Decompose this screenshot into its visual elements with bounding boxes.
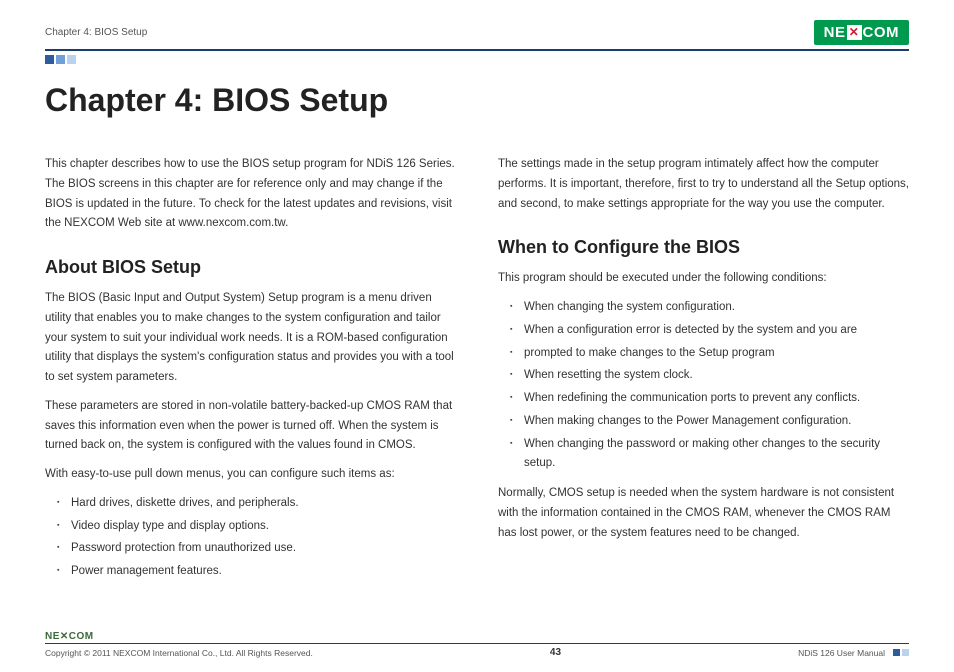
left-column: This chapter describes how to use the BI… (45, 155, 456, 592)
page-footer: NE✕COM Copyright © 2011 NEXCOM Internati… (45, 631, 909, 658)
footer-bar: Copyright © 2011 NEXCOM International Co… (45, 647, 909, 658)
body-paragraph: The BIOS (Basic Input and Output System)… (45, 289, 456, 388)
footer-rule (45, 643, 909, 644)
when-list: When changing the system configuration. … (498, 298, 909, 474)
about-list: Hard drives, diskette drives, and periph… (45, 494, 456, 582)
list-item: Power management features. (61, 562, 456, 582)
logo-text-post: COM (863, 24, 900, 41)
decorative-squares (45, 55, 909, 64)
square-icon (67, 55, 76, 64)
intro-paragraph: This chapter describes how to use the BI… (45, 155, 456, 234)
list-item: When resetting the system clock. (514, 366, 909, 386)
chapter-label: Chapter 4: BIOS Setup (45, 27, 147, 38)
body-paragraph: This program should be executed under th… (498, 269, 909, 289)
page-header: Chapter 4: BIOS Setup NE ✕ COM (45, 20, 909, 45)
list-item: Video display type and display options. (61, 517, 456, 537)
logo-text-pre: NE (824, 24, 846, 41)
manual-name: NDiS 126 User Manual (798, 648, 885, 658)
footer-squares (893, 649, 909, 656)
intro-paragraph: The settings made in the setup program i… (498, 155, 909, 214)
list-item: prompted to make changes to the Setup pr… (514, 344, 909, 364)
list-item: When a configuration error is detected b… (514, 321, 909, 341)
footer-logo: NE✕COM (45, 631, 909, 642)
square-icon (902, 649, 909, 656)
body-paragraph: Normally, CMOS setup is needed when the … (498, 484, 909, 543)
square-icon (56, 55, 65, 64)
list-item: Hard drives, diskette drives, and periph… (61, 494, 456, 514)
list-item: Password protection from unauthorized us… (61, 539, 456, 559)
square-icon (45, 55, 54, 64)
page-number: 43 (550, 647, 561, 658)
list-item: When changing the password or making oth… (514, 435, 909, 475)
right-column: The settings made in the setup program i… (498, 155, 909, 592)
page-title: Chapter 4: BIOS Setup (45, 82, 909, 119)
body-paragraph: With easy-to-use pull down menus, you ca… (45, 465, 456, 485)
list-item: When changing the system configuration. (514, 298, 909, 318)
list-item: When redefining the communication ports … (514, 389, 909, 409)
body-paragraph: These parameters are stored in non-volat… (45, 397, 456, 456)
nexcom-logo: NE ✕ COM (814, 20, 909, 45)
copyright-text: Copyright © 2011 NEXCOM International Co… (45, 648, 313, 658)
header-rule (45, 49, 909, 51)
logo-x-icon: ✕ (847, 25, 862, 40)
section-heading-when: When to Configure the BIOS (498, 232, 909, 263)
section-heading-about: About BIOS Setup (45, 252, 456, 283)
list-item: When making changes to the Power Managem… (514, 412, 909, 432)
square-icon (893, 649, 900, 656)
content-columns: This chapter describes how to use the BI… (45, 155, 909, 592)
